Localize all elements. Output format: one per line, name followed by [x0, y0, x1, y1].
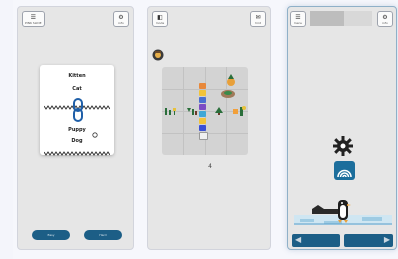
left-arrow-icon: ◀	[295, 235, 302, 244]
menu-button-label: menu	[293, 21, 303, 25]
move-left-button[interactable]: ◀	[292, 234, 340, 247]
info-button-label: info	[382, 21, 388, 25]
tear-edge-bottom	[44, 151, 110, 156]
game-showcase: ☰ PINK SLIDE ⚙ info Kitten Cat Puppy Dog	[13, 0, 398, 259]
menu-button-label: PINK SLIDE	[25, 21, 42, 25]
move-right-button[interactable]: ▶	[344, 234, 393, 247]
cube-yellow-2[interactable]	[199, 118, 206, 124]
signal-arch-icon	[337, 169, 352, 178]
flag-piece-icon[interactable]	[164, 107, 178, 115]
word-puppy: Puppy	[68, 127, 86, 133]
info-button[interactable]: ⚙ info	[377, 11, 393, 27]
info-button-label: info	[118, 21, 124, 25]
signal-tile[interactable]	[334, 161, 355, 180]
right-arrow-icon: ▶	[383, 235, 390, 244]
easy-button[interactable]: Easy	[32, 230, 70, 240]
cube-puzzle-screen: ◧ mode ✉ hint 4	[147, 6, 271, 250]
hard-button[interactable]: Hard	[84, 230, 122, 240]
move-counter: 4	[208, 163, 212, 170]
cube-blue[interactable]	[199, 97, 206, 103]
word-kitten: Kitten	[68, 73, 86, 79]
cube-yellow[interactable]	[199, 90, 206, 96]
gear-icon[interactable]	[332, 135, 354, 157]
mode-button[interactable]: ◧ mode	[152, 11, 168, 27]
tree-piece-icon[interactable]	[214, 107, 224, 115]
menu-button[interactable]: ☰ PINK SLIDE	[22, 11, 45, 27]
fruit-piece-icon[interactable]	[232, 105, 246, 117]
plant-piece-icon[interactable]	[224, 73, 238, 87]
word-chain-screen: ☰ PINK SLIDE ⚙ info Kitten Cat Puppy Dog	[17, 6, 134, 250]
hint-button-label: hint	[255, 21, 261, 25]
hint-dot-icon[interactable]	[92, 132, 98, 138]
word-card[interactable]: Kitten Cat Puppy Dog	[40, 65, 114, 156]
puzzle-board[interactable]	[162, 67, 248, 155]
info-button[interactable]: ⚙ info	[113, 11, 129, 27]
menu-button[interactable]: ☰ menu	[290, 11, 306, 27]
chain-link-bottom	[73, 108, 83, 122]
cube-purple[interactable]	[199, 104, 206, 110]
word-dog: Dog	[71, 138, 83, 144]
penguin-game-screen: ☰ menu ⚙ info ◀ ▶	[287, 6, 397, 250]
progress-segment-filled	[310, 11, 344, 26]
cube-blue-2[interactable]	[199, 125, 206, 131]
cube-orange[interactable]	[199, 83, 206, 89]
hint-button[interactable]: ✉ hint	[250, 11, 266, 27]
cube-cyan[interactable]	[199, 111, 206, 117]
stone-piece-icon[interactable]	[220, 89, 236, 99]
cube-white[interactable]	[199, 132, 208, 140]
player-avatar-icon	[152, 49, 164, 61]
word-cat: Cat	[72, 86, 82, 92]
progress-strip	[310, 11, 372, 26]
arrow-piece-icon[interactable]	[186, 107, 198, 115]
mode-button-label: mode	[155, 21, 165, 25]
ice-scene	[294, 200, 392, 225]
